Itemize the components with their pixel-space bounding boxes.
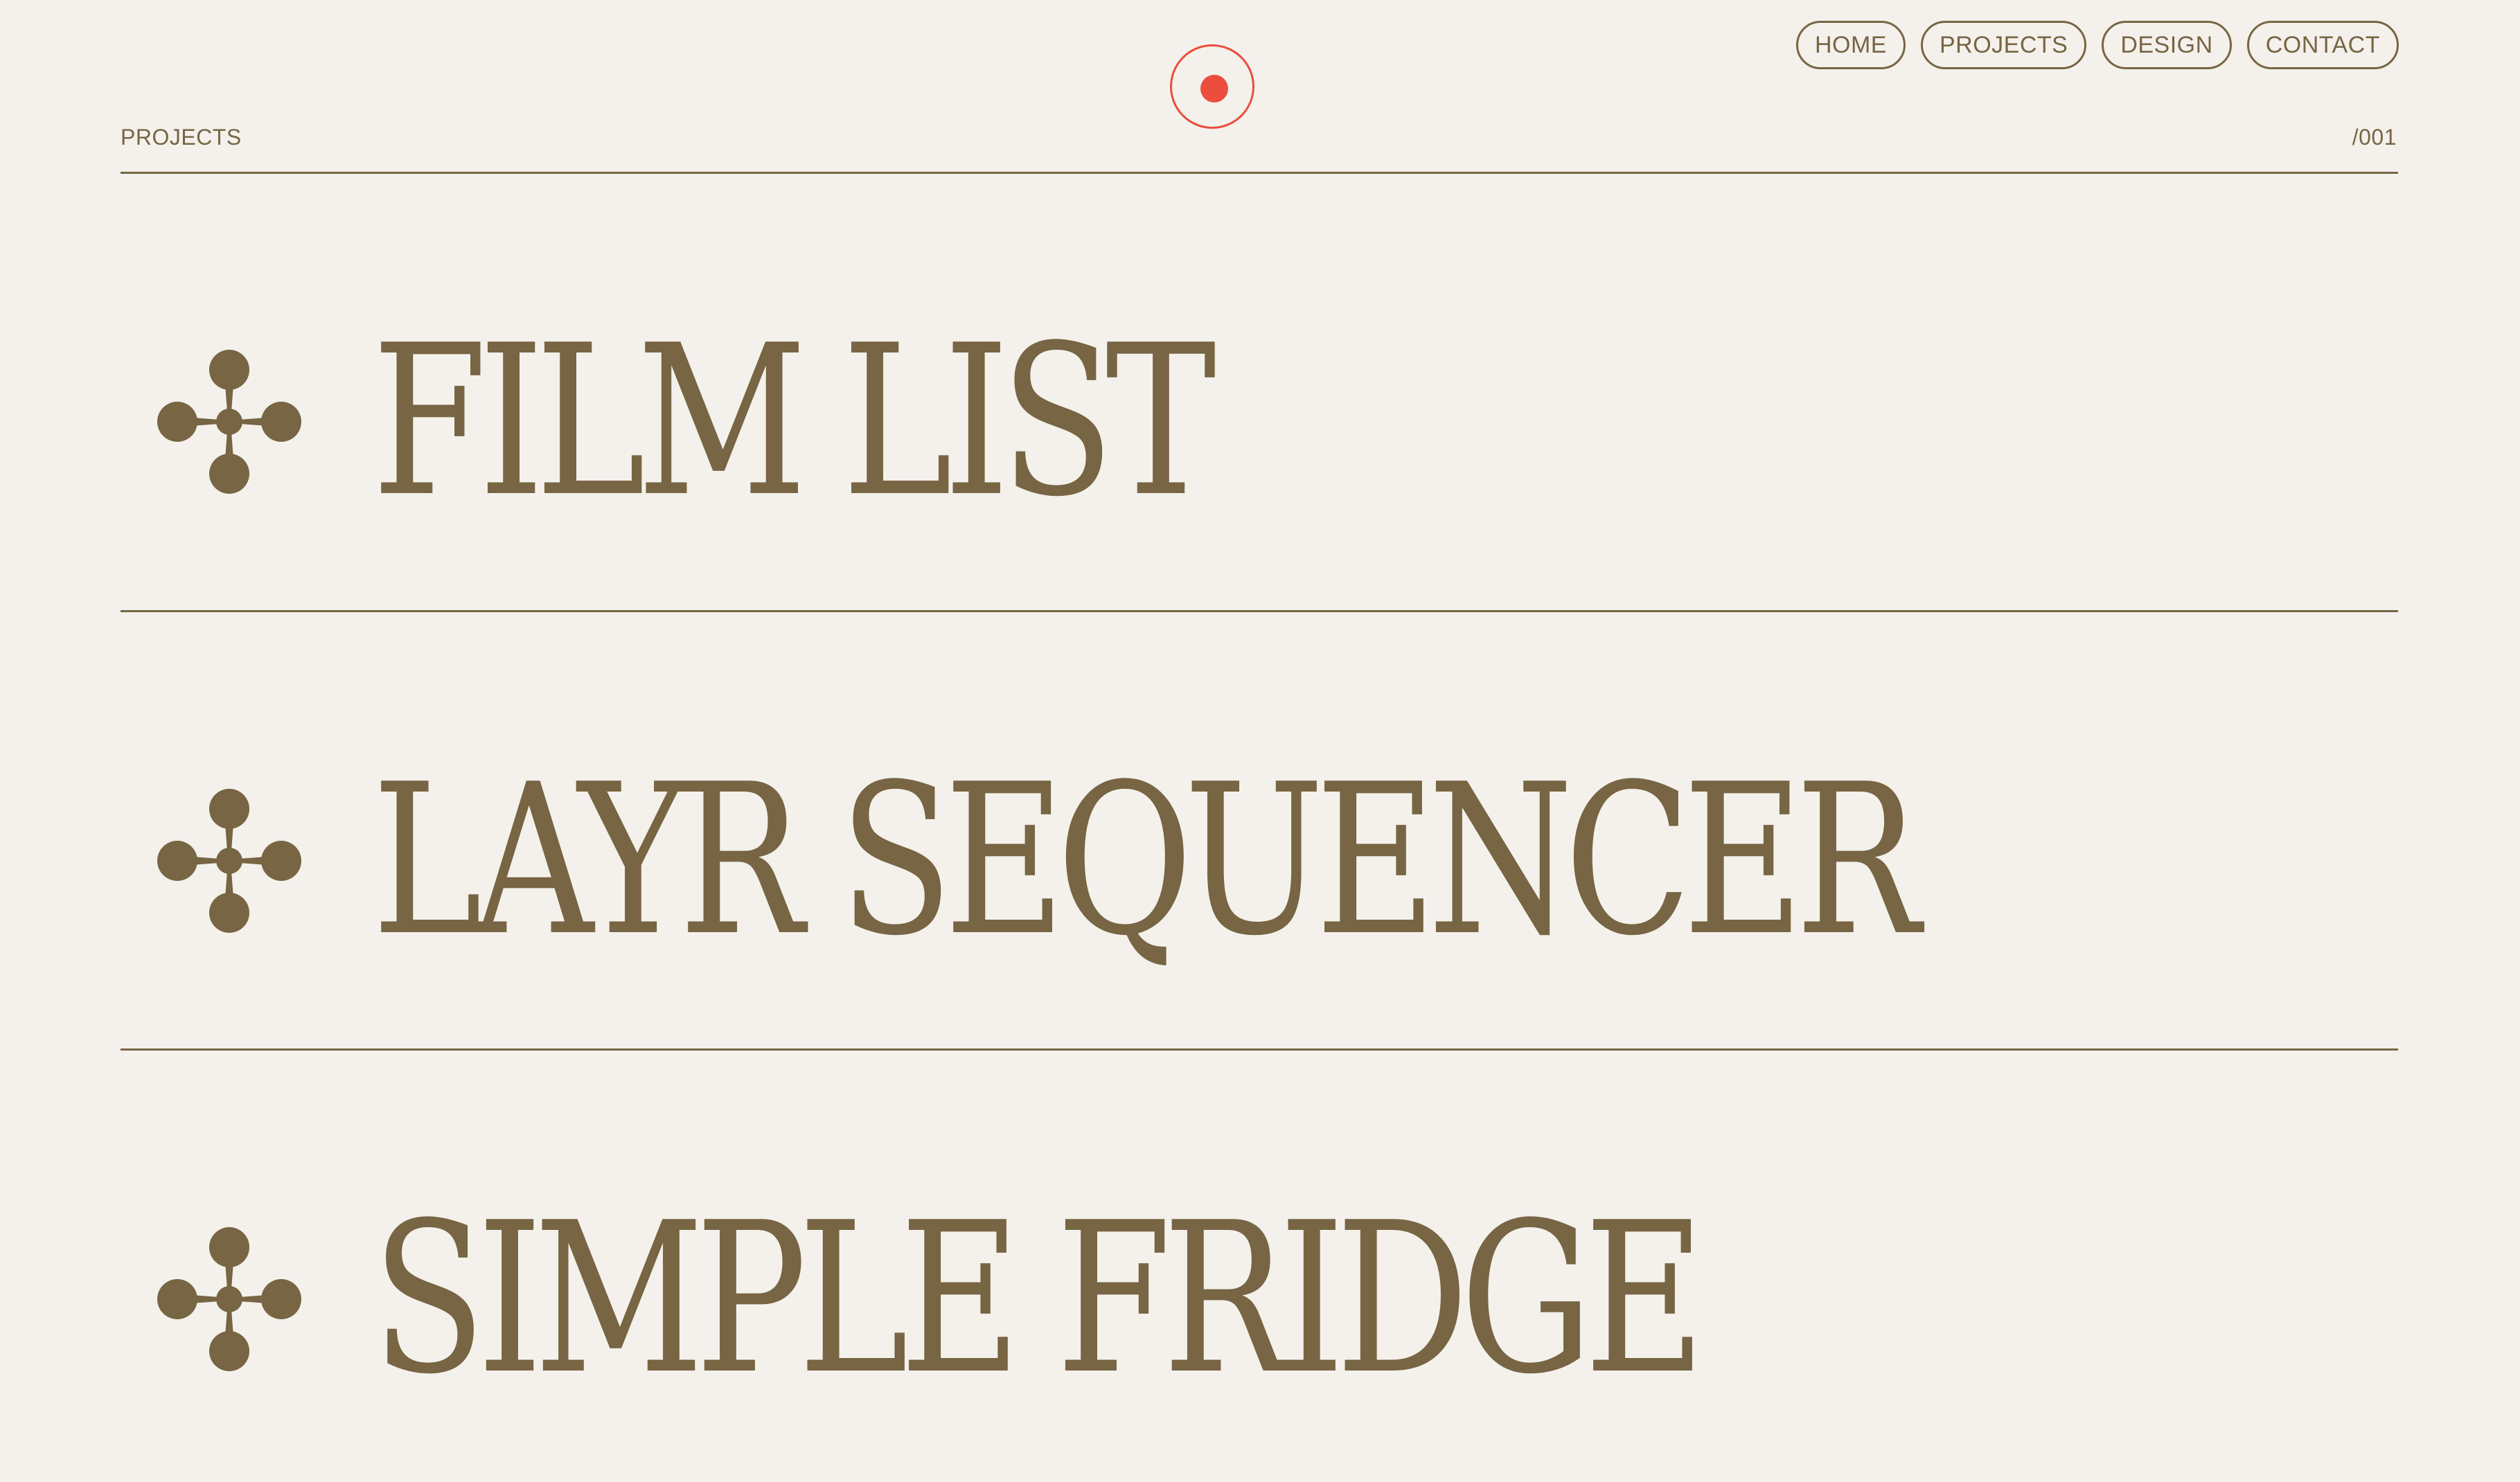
project-divider <box>121 1048 2398 1051</box>
section-label: PROJECTS <box>121 125 242 150</box>
nav-contact-button[interactable]: CONTACT <box>2246 21 2399 69</box>
quatrefoil-flower-icon <box>157 1227 301 1371</box>
project-divider <box>121 610 2398 612</box>
project-item-simple-fridge[interactable]: SIMPLE FRIDGE <box>156 1195 2027 1403</box>
section-count: /001 <box>2352 125 2397 150</box>
nav-projects-button[interactable]: PROJECTS <box>1920 21 2087 69</box>
project-title: FILM LIST <box>372 301 1216 542</box>
top-nav: HOME PROJECTS DESIGN CONTACT <box>1795 21 2399 69</box>
logo-record-icon[interactable] <box>1170 44 1254 129</box>
quatrefoil-flower-icon <box>157 789 301 933</box>
quatrefoil-flower-icon <box>157 350 301 494</box>
project-item-layr-sequencer[interactable]: LAYR SEQUENCER <box>156 757 2296 965</box>
project-title: SIMPLE FRIDGE <box>372 1178 1705 1420</box>
project-item-film-list[interactable]: FILM LIST <box>156 318 1417 526</box>
header-divider <box>121 172 2398 174</box>
nav-design-button[interactable]: DESIGN <box>2102 21 2232 69</box>
nav-home-button[interactable]: HOME <box>1795 21 1906 69</box>
project-title: LAYR SEQUENCER <box>372 740 1920 981</box>
logo-dot <box>1200 75 1228 102</box>
